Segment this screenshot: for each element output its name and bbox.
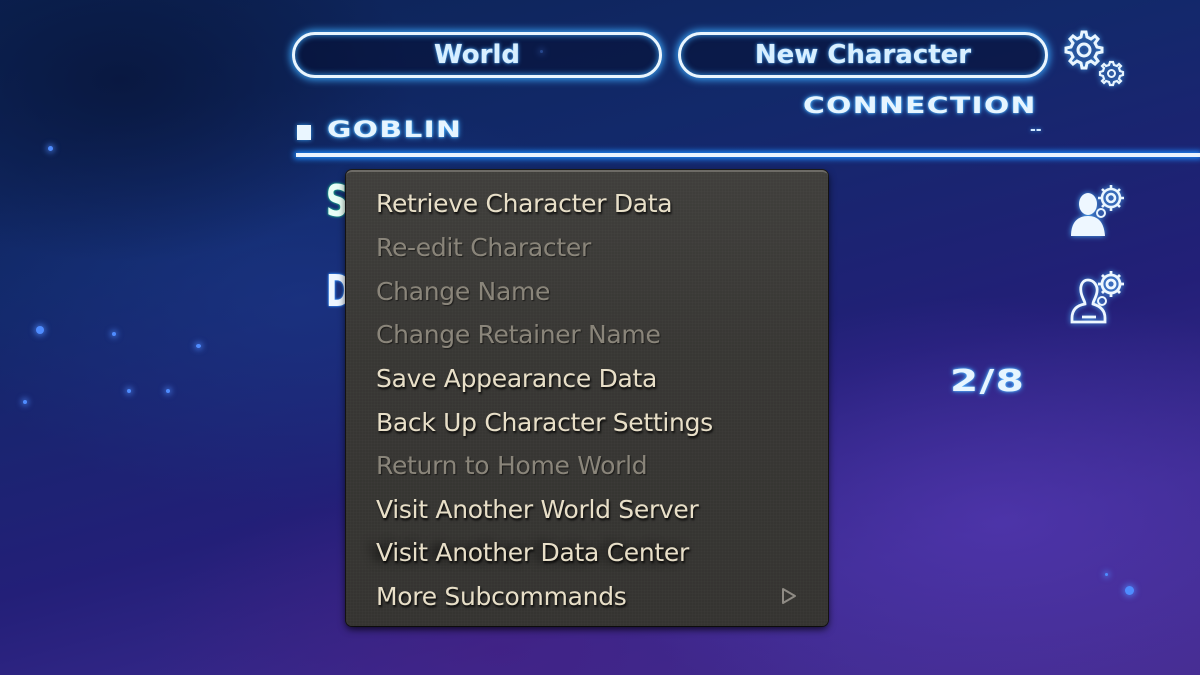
menu-item-label: Visit Another World Server — [376, 495, 699, 524]
menu-item-change-retainer-name: Change Retainer Name — [346, 313, 828, 356]
world-name: GOBLIN — [327, 118, 463, 143]
background-star — [166, 389, 170, 393]
submenu-arrow-icon — [782, 588, 796, 604]
system-settings-button[interactable] — [1060, 26, 1130, 88]
gears-icon — [1064, 30, 1125, 87]
menu-item-retrieve-character-data[interactable]: Retrieve Character Data — [346, 182, 828, 225]
background-star — [23, 400, 27, 404]
menu-item-visit-another-world-server[interactable]: Visit Another World Server — [346, 488, 828, 531]
character-1-name[interactable]: S — [326, 176, 348, 227]
menu-item-label: Return to Home World — [376, 451, 648, 480]
background-star — [1125, 586, 1134, 595]
background-star — [48, 146, 53, 151]
menu-item-label: Visit Another Data Center — [376, 538, 689, 567]
menu-item-re-edit-character: Re-edit Character — [346, 226, 828, 269]
character-2-settings-button[interactable] — [1068, 266, 1132, 330]
new-character-button-label: New Character — [754, 40, 972, 70]
character-settings-outline-icon — [1070, 271, 1124, 324]
background-star — [1105, 573, 1108, 576]
menu-item-label: More Subcommands — [376, 582, 627, 611]
background-star — [112, 332, 116, 336]
menu-item-label: Change Retainer Name — [376, 320, 661, 349]
menu-item-label: Save Appearance Data — [376, 364, 658, 393]
menu-item-label: Back Up Character Settings — [376, 408, 713, 437]
character-context-menu: Retrieve Character Data Re-edit Characte… — [346, 170, 828, 626]
menu-item-visit-another-data-center[interactable]: Visit Another Data Center — [346, 531, 828, 574]
character-settings-filled-icon — [1071, 185, 1124, 236]
menu-item-back-up-character-settings[interactable]: Back Up Character Settings — [346, 401, 828, 444]
menu-item-change-name: Change Name — [346, 270, 828, 313]
background-star — [196, 344, 201, 348]
menu-item-label: Change Name — [376, 277, 551, 306]
connection-label: CONNECTION — [803, 94, 1037, 119]
world-button-label: World — [434, 40, 520, 70]
menu-item-return-to-home-world: Return to Home World — [346, 444, 828, 487]
menu-item-label: Retrieve Character Data — [376, 189, 673, 218]
connection-value: -- — [1030, 122, 1042, 138]
menu-item-more-subcommands[interactable]: More Subcommands — [346, 575, 828, 618]
menu-item-label: Re-edit Character — [376, 233, 591, 262]
background-star — [36, 326, 44, 334]
header-divider — [296, 153, 1200, 157]
world-marker-icon — [297, 125, 311, 140]
background-star — [127, 389, 131, 393]
new-character-button[interactable]: New Character — [678, 32, 1048, 78]
world-button[interactable]: World — [292, 32, 662, 78]
character-slot-count: 2/8 — [950, 364, 1026, 399]
menu-item-save-appearance-data[interactable]: Save Appearance Data — [346, 357, 828, 400]
character-1-settings-button[interactable] — [1068, 180, 1132, 244]
